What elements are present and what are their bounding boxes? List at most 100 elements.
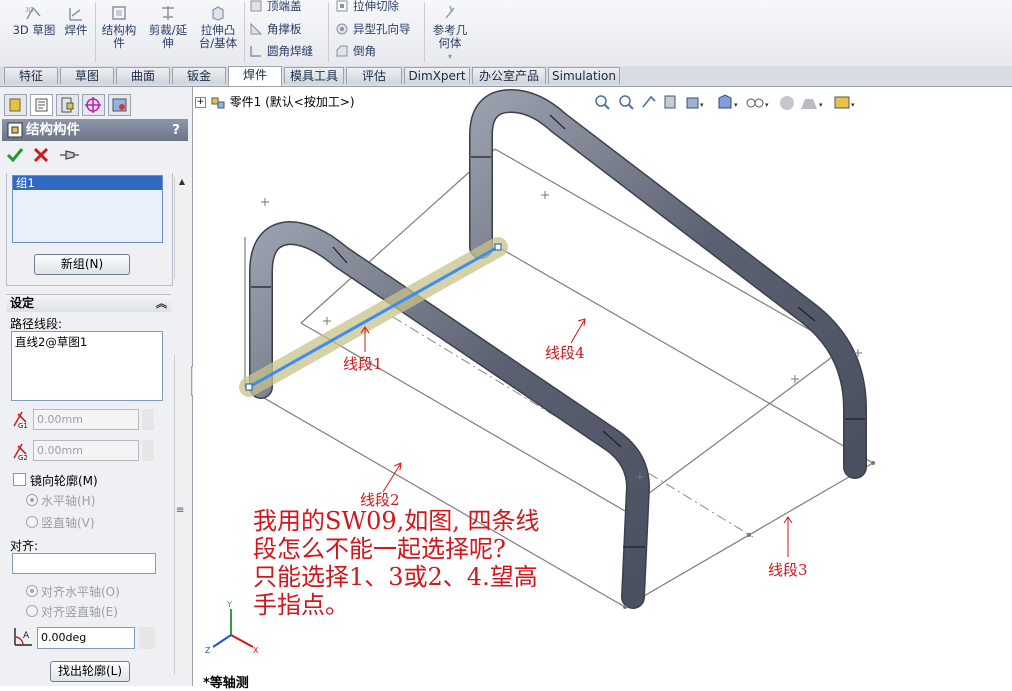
weldment-button[interactable]: 焊件 (60, 4, 92, 37)
tab-features[interactable]: 特征 (4, 67, 58, 84)
edit-appearance-icon[interactable] (780, 96, 794, 110)
gap-g1-input[interactable]: 0.00mm (33, 409, 139, 430)
dimxpert-crosshair-icon (85, 97, 101, 113)
rotation-angle-spinner[interactable] (139, 627, 155, 649)
tube-back-frame[interactable] (470, 90, 866, 478)
3d-sketch-icon: 3D (25, 6, 41, 20)
collapse-chevron-icon[interactable]: ︽ (156, 295, 167, 312)
settings-label: 设定 (10, 296, 35, 310)
mirror-profile-checkbox[interactable] (13, 473, 26, 486)
property-manager-icon (35, 98, 48, 112)
end-cap-icon (250, 0, 262, 12)
help-button[interactable]: ? (172, 119, 180, 141)
alignment-label: 对齐: (10, 539, 39, 553)
previous-view-icon[interactable] (642, 95, 656, 108)
zoom-area-icon[interactable] (619, 95, 634, 110)
tab-simulation[interactable]: Simulation (548, 67, 620, 84)
tab-surfaces[interactable]: 曲面 (116, 67, 170, 84)
path-segment-item[interactable]: 直线2@草图1 (12, 332, 162, 352)
gap-g2-input[interactable]: 0.00mm (33, 440, 139, 461)
view-orientation-icon[interactable]: ▾ (686, 97, 704, 109)
sketch-line-back-top[interactable] (494, 148, 844, 350)
gusset-button[interactable]: 角撑板 (247, 20, 302, 38)
property-manager-panel: 结构构件 ? 组1 新组(N) 设定 ︽ 路径线段: 直线2@草图1 G1 0.… (0, 87, 193, 686)
weldment-icon (69, 8, 82, 21)
annotation-segment4: 线段4 (545, 344, 585, 362)
svg-text:G1: G1 (18, 422, 28, 430)
scroll-up-icon[interactable]: ▲ (175, 177, 189, 186)
ok-check-icon[interactable] (6, 146, 24, 164)
gap-g2-spinner[interactable] (142, 440, 154, 461)
apply-scene-icon[interactable]: ▾ (801, 99, 823, 109)
align-horizontal-label: 对齐水平轴(O) (41, 585, 120, 599)
feature-manager-tab[interactable] (4, 94, 27, 116)
segment-endpoint-handle[interactable] (245, 383, 253, 391)
configuration-manager-tab[interactable] (56, 94, 79, 116)
annotation-segment1: 线段1 (343, 355, 383, 373)
sketch-line-right-top[interactable] (624, 348, 844, 512)
rotation-angle-input[interactable]: 0.00deg (37, 627, 135, 649)
align-vertical-radio[interactable] (26, 605, 38, 617)
path-segments-list[interactable]: 直线2@草图1 (11, 331, 163, 401)
hide-show-items-icon[interactable]: ▾ (746, 98, 769, 109)
3d-sketch-button[interactable]: 3D 3D 草图 (12, 4, 56, 37)
panel-scrollbar[interactable]: ≡ (174, 355, 189, 675)
display-style-icon[interactable]: ▾ (718, 94, 738, 109)
tab-sheet-metal[interactable]: 钣金 (172, 67, 226, 84)
view-settings-icon[interactable]: ▾ (834, 96, 855, 109)
display-manager-tab[interactable] (108, 94, 131, 116)
dimxpert-manager-tab[interactable] (82, 94, 105, 116)
group-scrollbar[interactable]: ▲ (174, 177, 189, 279)
gusset-icon (250, 22, 263, 35)
trim-extend-button[interactable]: 剪裁/延 伸 (145, 4, 191, 50)
fillet-bead-label: 圆角焊缝 (267, 44, 313, 58)
vertical-axis-radio[interactable] (26, 516, 38, 528)
tab-dimxpert[interactable]: DimXpert (404, 67, 470, 84)
hole-wizard-button[interactable]: 异型孔向导 (333, 20, 411, 38)
section-view-icon[interactable] (664, 95, 676, 109)
tab-office-products[interactable]: 办公室产品 (472, 67, 546, 84)
align-horizontal-radio[interactable] (26, 585, 38, 597)
locate-profile-button[interactable]: 找出轮廓(L) (50, 661, 130, 682)
tab-sketch[interactable]: 草图 (60, 67, 114, 84)
chamfer-label: 倒角 (353, 44, 376, 58)
configuration-icon (61, 97, 74, 113)
extruded-cut-button[interactable]: 拉伸切除 (333, 0, 399, 15)
extruded-boss-button[interactable]: 拉伸凸 台/基体 (195, 4, 241, 50)
tab-evaluate[interactable]: 评估 (346, 67, 402, 84)
svg-text:G2: G2 (18, 454, 28, 462)
alignment-input[interactable] (12, 553, 156, 574)
ribbon-separator (244, 2, 245, 62)
gusset-label: 角撑板 (267, 22, 302, 36)
structural-member-icon (7, 122, 23, 138)
tab-weldments[interactable]: 焊件 (228, 66, 282, 86)
expand-plus-icon[interactable]: + (195, 97, 206, 108)
chamfer-button[interactable]: 倒角 (333, 42, 376, 60)
group-list-item[interactable]: 组1 (13, 176, 162, 190)
horizontal-axis-radio[interactable] (26, 494, 38, 506)
sketch-vertex (623, 605, 627, 609)
gap-g1-spinner[interactable] (142, 409, 154, 430)
settings-section-header[interactable]: 设定 ︽ (6, 294, 171, 312)
feature-tree-root[interactable]: + 零件1 (默认<按加工>) (195, 93, 355, 110)
end-cap-button[interactable]: 顶端盖 (247, 0, 302, 15)
reference-geometry-button[interactable]: 参考几 何体 ▾ (428, 4, 472, 63)
feature-tree-icon (9, 98, 21, 112)
fillet-bead-button[interactable]: 圆角焊缝 (247, 42, 313, 60)
path-segments-label: 路径线段: (10, 317, 63, 331)
group-list[interactable]: 组1 (12, 175, 163, 243)
pushpin-icon[interactable] (58, 146, 80, 164)
cancel-x-icon[interactable] (32, 146, 50, 164)
display-manager-icon (112, 98, 127, 112)
sketch-vertex (871, 461, 875, 465)
zoom-to-fit-icon[interactable] (595, 95, 610, 110)
new-group-button[interactable]: 新组(N) (34, 254, 130, 275)
svg-text:▾: ▾ (819, 101, 823, 109)
trim-extend-label-2: 伸 (162, 36, 174, 50)
segment-endpoint-handle[interactable] (494, 243, 502, 251)
graphics-viewport[interactable]: Y X Z + 零件1 (默认<按加工>) ▾ ▾ ▾ ▾ ▾ 线段1 线段4 … (193, 87, 1012, 691)
svg-text:X: X (253, 646, 259, 655)
tab-mold-tools[interactable]: 模具工具 (284, 67, 344, 84)
structural-member-button[interactable]: 结构构 件 (98, 4, 140, 50)
property-manager-tab[interactable] (30, 94, 53, 116)
